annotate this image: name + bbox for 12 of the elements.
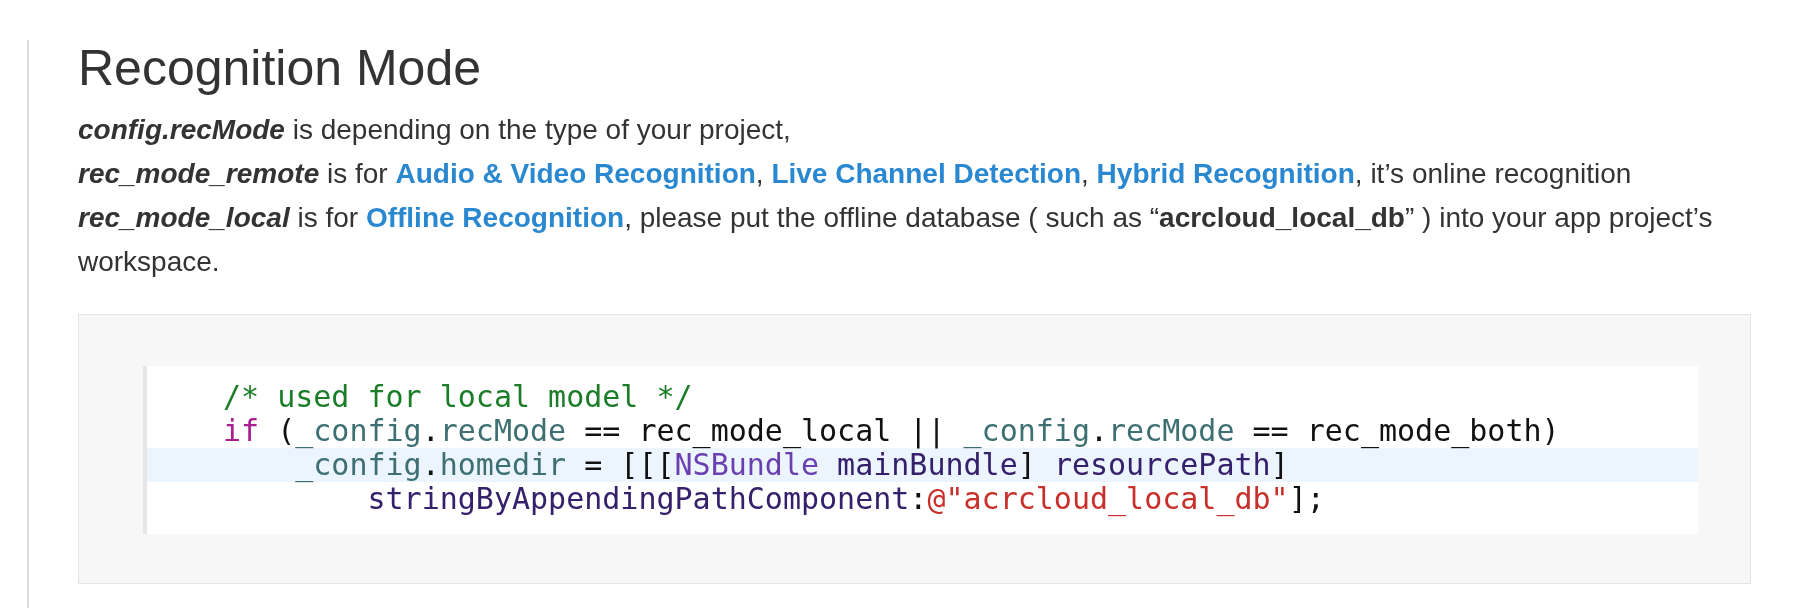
paragraph-line: rec_mode_remote is for Audio & Video Recognition, Live Channel Detection, Hybrid Recognition, it’s online recognition <box>78 157 1633 191</box>
code-line: if (_config.recMode == rec_mode_local || _config.recMode == rec_mode_both) <box>223 414 1560 448</box>
link[interactable]: Audio & Video Recognition <box>395 158 756 189</box>
link[interactable]: Hybrid Recognition <box>1096 158 1355 189</box>
paragraph-line: config.recMode is depending on the type of your project, <box>78 113 792 147</box>
code-line: stringByAppendingPathComponent:@"acrcloud_local_db"]; <box>367 482 1325 516</box>
code-line: /* used for local model */ <box>223 380 693 414</box>
code-line: _config.homedir = [[[NSBundle mainBundle] resourcePath] <box>294 448 1289 482</box>
link[interactable]: Live Channel Detection <box>771 158 1082 189</box>
section-heading: Recognition Mode <box>78 40 483 96</box>
paragraph-line: rec_mode_local is for Offline Recognition, please put the offline database ( such as “acrcloud_local_db” ) into your app project’s workspace. <box>78 201 1714 279</box>
link[interactable]: Offline Recognition <box>365 202 625 233</box>
